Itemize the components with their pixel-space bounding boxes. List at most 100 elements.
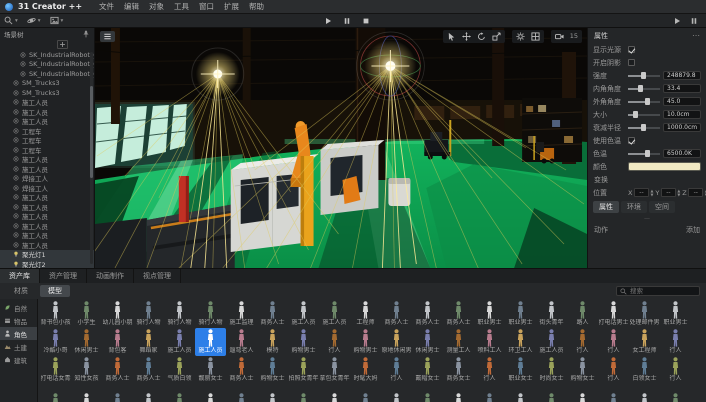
settings-button[interactable] <box>516 32 525 41</box>
tree-item[interactable]: 施工人员 <box>0 117 94 127</box>
eye-icon[interactable] <box>20 61 26 67</box>
slider-handle[interactable] <box>633 111 638 118</box>
tree-scrollbar-thumb[interactable] <box>90 86 93 178</box>
asset-thumbnail[interactable] <box>660 384 691 402</box>
pause-small-button[interactable] <box>690 17 698 25</box>
menu-扩展[interactable]: 扩展 <box>219 1 244 12</box>
eye-icon[interactable] <box>13 166 19 172</box>
menu-文件[interactable]: 文件 <box>94 1 119 12</box>
value-input[interactable]: 248879.8 <box>663 71 701 81</box>
checkbox[interactable] <box>628 46 635 53</box>
asset-thumbnail[interactable]: 行人 <box>660 328 691 356</box>
asset-thumbnail[interactable] <box>443 384 474 402</box>
asset-thumbnail[interactable] <box>536 384 567 402</box>
category-角色[interactable]: 角色 <box>0 327 37 340</box>
tree-item[interactable]: 工程车 <box>0 126 94 136</box>
asset-thumbnail[interactable]: 购物男士 <box>350 328 381 356</box>
tree-item[interactable]: 施工人员 <box>0 240 94 250</box>
play-small-button[interactable] <box>673 17 681 25</box>
asset-thumbnail[interactable] <box>474 384 505 402</box>
category-建筑[interactable]: 建筑 <box>0 353 37 366</box>
asset-thumbnail[interactable] <box>257 384 288 402</box>
asset-thumbnail[interactable] <box>102 384 133 402</box>
scale-tool-button[interactable] <box>492 32 501 41</box>
tree-item[interactable]: 焊接工人 <box>0 174 94 184</box>
asset-thumbnail[interactable]: 购物女士 <box>257 356 288 384</box>
eye-icon[interactable] <box>13 90 19 96</box>
asset-thumbnail[interactable]: 行人 <box>567 328 598 356</box>
asset-thumbnail[interactable]: 测量工人 <box>443 328 474 356</box>
axis-value-input[interactable]: -- <box>688 188 703 197</box>
category-自然[interactable]: 自然 <box>0 301 37 314</box>
asset-thumbnail[interactable]: 职业男士 <box>474 300 505 328</box>
asset-thumbnail[interactable]: 商务人士 <box>443 300 474 328</box>
slider[interactable] <box>628 95 660 108</box>
menu-帮助[interactable]: 帮助 <box>244 1 269 12</box>
asset-thumbnail[interactable]: 处理邮件男士 <box>629 300 660 328</box>
assets-tab-动画制作[interactable]: 动画制作 <box>87 269 134 283</box>
asset-thumbnail[interactable]: 商务人士 <box>412 300 443 328</box>
asset-thumbnail[interactable]: 职业女士 <box>505 356 536 384</box>
props-tab-环境[interactable]: 环境 <box>621 201 647 213</box>
asset-thumbnail[interactable]: 商务人士 <box>102 356 133 384</box>
tree-item[interactable]: 施工人员 <box>0 193 94 203</box>
asset-thumbnail[interactable]: 商务女士 <box>443 356 474 384</box>
play-button[interactable] <box>324 17 332 25</box>
zoom-tool-button[interactable]: ▾ <box>4 16 18 25</box>
asset-thumbnail[interactable] <box>319 384 350 402</box>
eye-icon[interactable] <box>20 71 26 77</box>
asset-thumbnail[interactable]: 商务人士 <box>226 356 257 384</box>
asset-thumbnail[interactable]: 施工人员 <box>319 300 350 328</box>
asset-thumbnail[interactable] <box>40 384 71 402</box>
asset-thumbnail[interactable]: 行人 <box>660 356 691 384</box>
asset-thumbnail[interactable]: 气质白领 <box>164 356 195 384</box>
tree-item[interactable]: 施工人员 <box>0 221 94 231</box>
eye-icon[interactable] <box>13 185 19 191</box>
asset-thumbnail[interactable]: 原地休闲男士 <box>381 328 412 356</box>
asset-thumbnail[interactable]: 职业男士 <box>505 300 536 328</box>
category-土建[interactable]: 土建 <box>0 340 37 353</box>
eye-icon[interactable] <box>13 147 19 153</box>
asset-thumbnail[interactable]: 背包客 <box>102 328 133 356</box>
eye-icon[interactable] <box>13 204 19 210</box>
asset-thumbnail[interactable] <box>164 384 195 402</box>
asset-thumbnail[interactable]: 购物男士 <box>288 328 319 356</box>
axis-stepper[interactable]: ▲▼ <box>650 189 653 196</box>
slider[interactable] <box>628 147 660 160</box>
menu-窗口[interactable]: 窗口 <box>194 1 219 12</box>
asset-thumbnail[interactable]: 时尚女士 <box>536 356 567 384</box>
more-icon[interactable]: ⋯ <box>692 33 700 39</box>
asset-thumbnail[interactable]: 白领女士 <box>629 356 660 384</box>
asset-thumbnail[interactable]: 戴帽女士 <box>412 356 443 384</box>
menu-编辑[interactable]: 编辑 <box>119 1 144 12</box>
asset-thumbnail[interactable]: 时髦大妈 <box>350 356 381 384</box>
value-input[interactable]: 10.0cm <box>663 110 701 120</box>
move-tool-button[interactable] <box>462 32 471 41</box>
tree-item[interactable]: SK_IndustrialRobot_6_J... <box>0 50 94 60</box>
asset-thumbnail[interactable]: 购物女士 <box>567 356 598 384</box>
eye-icon[interactable] <box>13 242 19 248</box>
asset-thumbnail[interactable]: 骑行人物 <box>133 300 164 328</box>
asset-thumbnail[interactable] <box>567 384 598 402</box>
tree-item[interactable]: 工程车 <box>0 145 94 155</box>
tree-item[interactable]: 工程车 <box>0 136 94 146</box>
asset-thumbnail[interactable] <box>226 384 257 402</box>
asset-thumbnail[interactable]: 休闲男士 <box>71 328 102 356</box>
asset-thumbnail[interactable]: 环卫工人 <box>505 328 536 356</box>
orbit-tool-button[interactable]: ▾ <box>27 16 41 25</box>
asset-thumbnail[interactable]: 施工人员 <box>536 328 567 356</box>
menu-对象[interactable]: 对象 <box>144 1 169 12</box>
asset-thumbnail[interactable]: 商务人士 <box>381 300 412 328</box>
asset-thumbnail[interactable] <box>133 384 164 402</box>
assets-tab-视点管理[interactable]: 视点管理 <box>134 269 181 283</box>
light-icon[interactable] <box>13 251 19 257</box>
tree-item[interactable]: 聚光灯1 <box>0 250 94 260</box>
tree-item[interactable]: 聚光灯2 <box>0 259 94 268</box>
pause-button[interactable] <box>343 17 351 25</box>
asset-thumbnail[interactable] <box>71 384 102 402</box>
asset-thumbnail[interactable]: 冷酷小哥 <box>40 328 71 356</box>
axis-stepper[interactable]: ▲▼ <box>677 189 680 196</box>
asset-thumbnail[interactable]: 遛弯老人 <box>226 328 257 356</box>
add-object-button[interactable] <box>57 40 68 49</box>
asset-thumbnail[interactable]: 行人 <box>474 356 505 384</box>
